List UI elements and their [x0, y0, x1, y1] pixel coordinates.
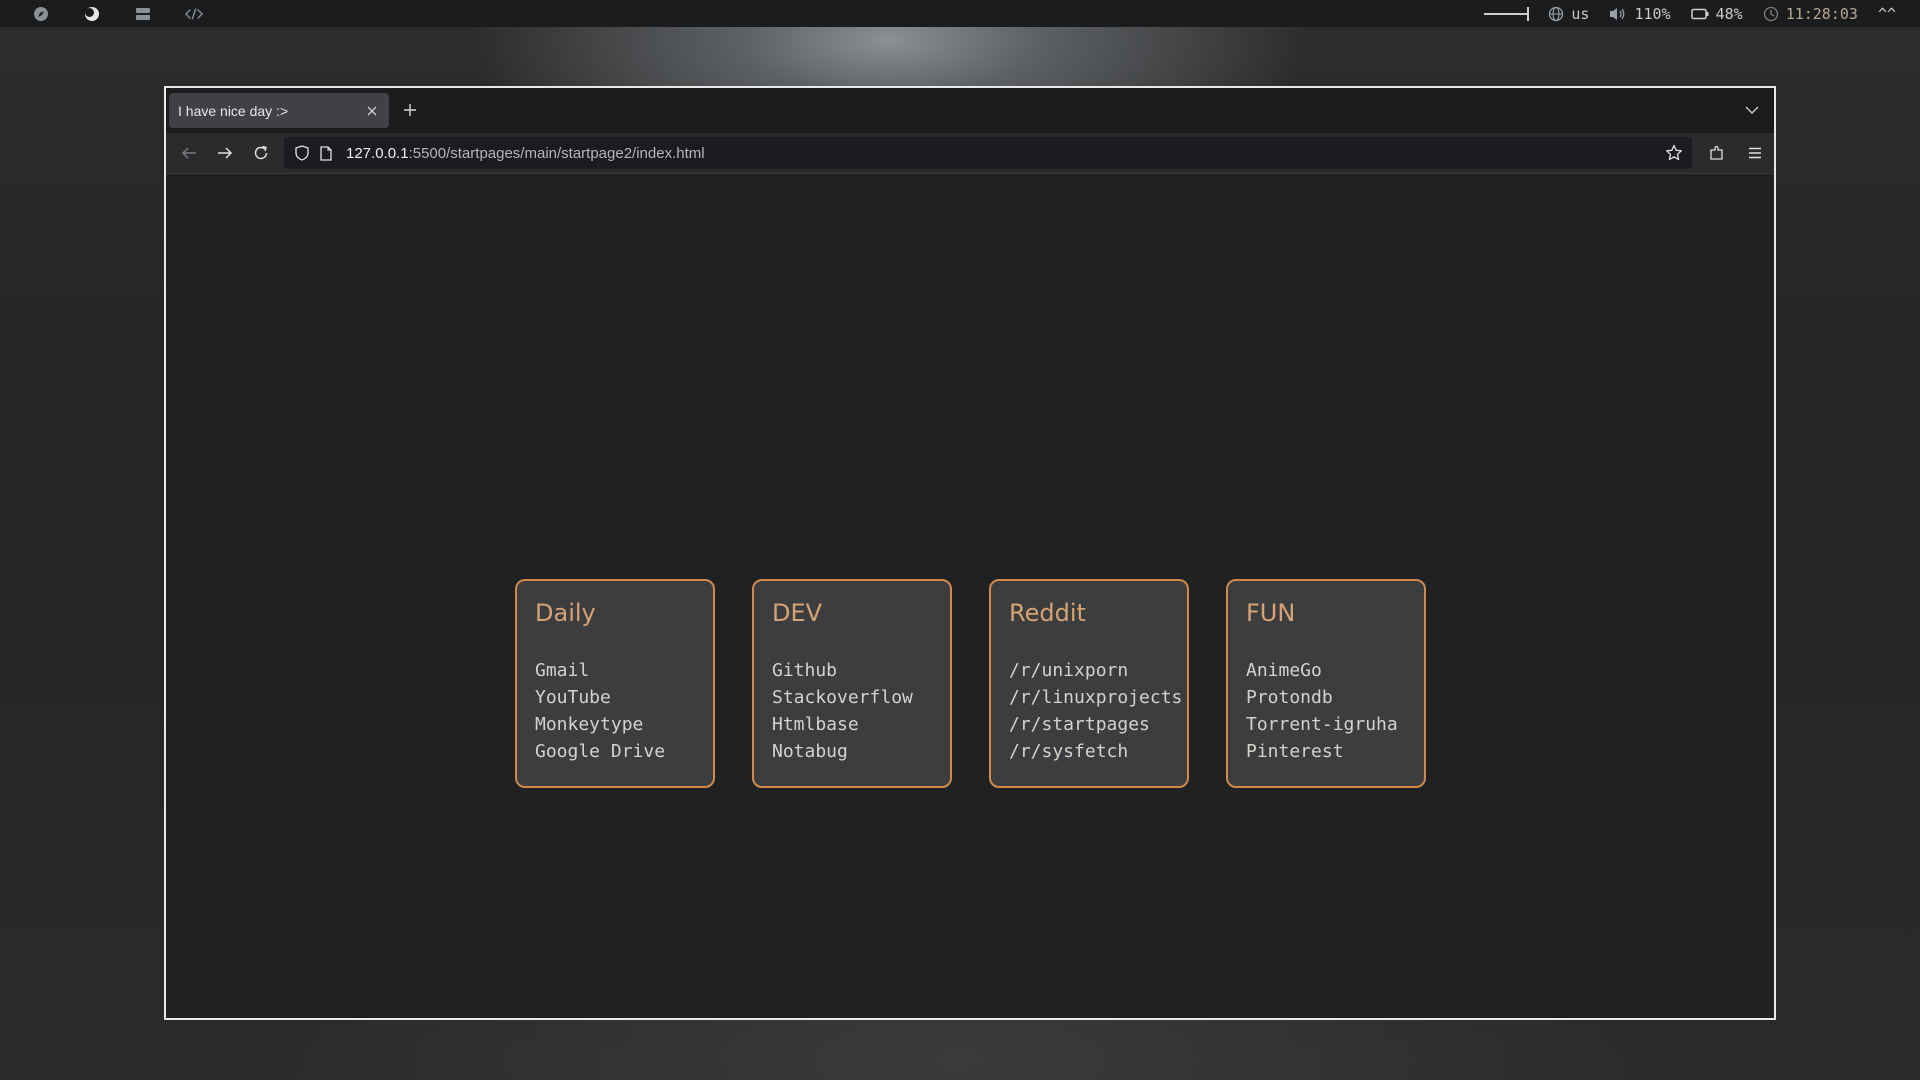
reload-icon — [254, 145, 268, 160]
top-panel: us 110% 48% 11:28:03 ^^ — [0, 0, 1920, 27]
arrow-left-icon — [181, 147, 196, 159]
battery-indicator[interactable]: 48% — [1690, 4, 1743, 23]
link-cards: Daily Gmail YouTube Monkeytype Google Dr… — [515, 579, 1426, 789]
speaker-icon — [1609, 6, 1627, 22]
server-icon[interactable] — [134, 5, 152, 23]
reload-button[interactable] — [248, 141, 274, 165]
forward-button[interactable] — [212, 141, 238, 165]
tab-title: I have nice day :> — [178, 102, 289, 119]
tab-active[interactable]: I have nice day :> — [169, 93, 389, 128]
link-github[interactable]: Github — [772, 657, 950, 684]
new-tab-button[interactable] — [398, 98, 422, 122]
plus-icon — [404, 104, 416, 116]
battery-label: 48% — [1715, 4, 1743, 23]
link-pinterest[interactable]: Pinterest — [1246, 738, 1424, 765]
card-daily: Daily Gmail YouTube Monkeytype Google Dr… — [515, 579, 715, 788]
url-text: 127.0.0.1:5500/startpages/main/startpage… — [346, 145, 705, 162]
url-host: 127.0.0.1 — [346, 144, 409, 162]
puzzle-icon — [1710, 145, 1723, 160]
tray-expand[interactable]: ^^ — [1878, 5, 1896, 23]
clock[interactable]: 11:28:03 — [1763, 5, 1858, 23]
chevron-down-icon — [1745, 106, 1759, 114]
url-path: :5500/startpages/main/startpage2/index.h… — [408, 144, 705, 162]
moon-icon[interactable] — [83, 5, 101, 23]
keyboard-layout-label: us — [1571, 4, 1590, 23]
page-content: Daily Gmail YouTube Monkeytype Google Dr… — [166, 174, 1774, 1018]
workspace-switcher — [32, 5, 236, 23]
tab-close-button[interactable] — [361, 100, 383, 122]
link-monkeytype[interactable]: Monkeytype — [535, 711, 713, 738]
tab-strip: I have nice day :> — [166, 88, 1774, 133]
link-notabug[interactable]: Notabug — [772, 738, 950, 765]
close-icon — [367, 106, 377, 115]
shield-icon[interactable] — [292, 143, 312, 163]
link-r-startpages[interactable]: /r/startpages — [1009, 711, 1187, 738]
menu-button[interactable] — [1742, 141, 1768, 165]
card-links: Github Stackoverflow Htmlbase Notabug — [772, 657, 950, 765]
card-title: FUN — [1246, 599, 1296, 627]
globe-icon — [1548, 6, 1564, 22]
clock-icon — [1763, 6, 1779, 22]
link-torrent-igruha[interactable]: Torrent-igruha — [1246, 711, 1424, 738]
link-htmlbase[interactable]: Htmlbase — [772, 711, 950, 738]
card-title: DEV — [772, 599, 823, 627]
tray-expand-label: ^^ — [1877, 4, 1896, 23]
card-title: Daily — [535, 599, 596, 627]
system-tray: us 110% 48% 11:28:03 ^^ — [1484, 0, 1896, 27]
brightness-bar — [1484, 6, 1530, 21]
link-animego[interactable]: AnimeGo — [1246, 657, 1424, 684]
link-stackoverflow[interactable]: Stackoverflow — [772, 684, 950, 711]
compass-icon[interactable] — [32, 5, 50, 23]
card-fun: FUN AnimeGo Protondb Torrent-igruha Pint… — [1226, 579, 1426, 788]
link-protondb[interactable]: Protondb — [1246, 684, 1424, 711]
link-youtube[interactable]: YouTube — [535, 684, 713, 711]
arrow-right-icon — [218, 147, 233, 159]
bookmark-star-button[interactable] — [1664, 143, 1684, 163]
page-icon[interactable] — [316, 143, 336, 163]
card-dev: DEV Github Stackoverflow Htmlbase Notabu… — [752, 579, 952, 788]
list-all-tabs-button[interactable] — [1740, 98, 1764, 122]
address-bar[interactable]: 127.0.0.1:5500/startpages/main/startpage… — [284, 137, 1692, 169]
link-r-sysfetch[interactable]: /r/sysfetch — [1009, 738, 1187, 765]
card-links: AnimeGo Protondb Torrent-igruha Pinteres… — [1246, 657, 1424, 765]
link-r-unixporn[interactable]: /r/unixporn — [1009, 657, 1187, 684]
link-gmail[interactable]: Gmail — [535, 657, 713, 684]
keyboard-layout-indicator[interactable]: us — [1548, 5, 1589, 23]
clock-label: 11:28:03 — [1785, 4, 1858, 23]
card-title: Reddit — [1009, 599, 1086, 627]
hamburger-icon — [1749, 147, 1761, 159]
brightness-indicator — [1484, 6, 1530, 21]
nav-toolbar: 127.0.0.1:5500/startpages/main/startpage… — [166, 133, 1774, 174]
back-button[interactable] — [176, 141, 202, 165]
card-links: /r/unixporn /r/linuxprojects /r/startpag… — [1009, 657, 1187, 765]
card-reddit: Reddit /r/unixporn /r/linuxprojects /r/s… — [989, 579, 1189, 788]
browser-window: I have nice day :> 127.0.0.1:5500/startp… — [164, 86, 1776, 1020]
volume-label: 110% — [1634, 4, 1671, 23]
link-google-drive[interactable]: Google Drive — [535, 738, 713, 765]
code-icon[interactable] — [185, 5, 203, 23]
link-r-linuxprojects[interactable]: /r/linuxprojects — [1009, 684, 1187, 711]
extensions-button[interactable] — [1704, 141, 1730, 165]
battery-icon — [1690, 8, 1709, 20]
card-links: Gmail YouTube Monkeytype Google Drive — [535, 657, 713, 765]
volume-indicator[interactable]: 110% — [1609, 4, 1671, 23]
star-icon — [1665, 144, 1683, 161]
